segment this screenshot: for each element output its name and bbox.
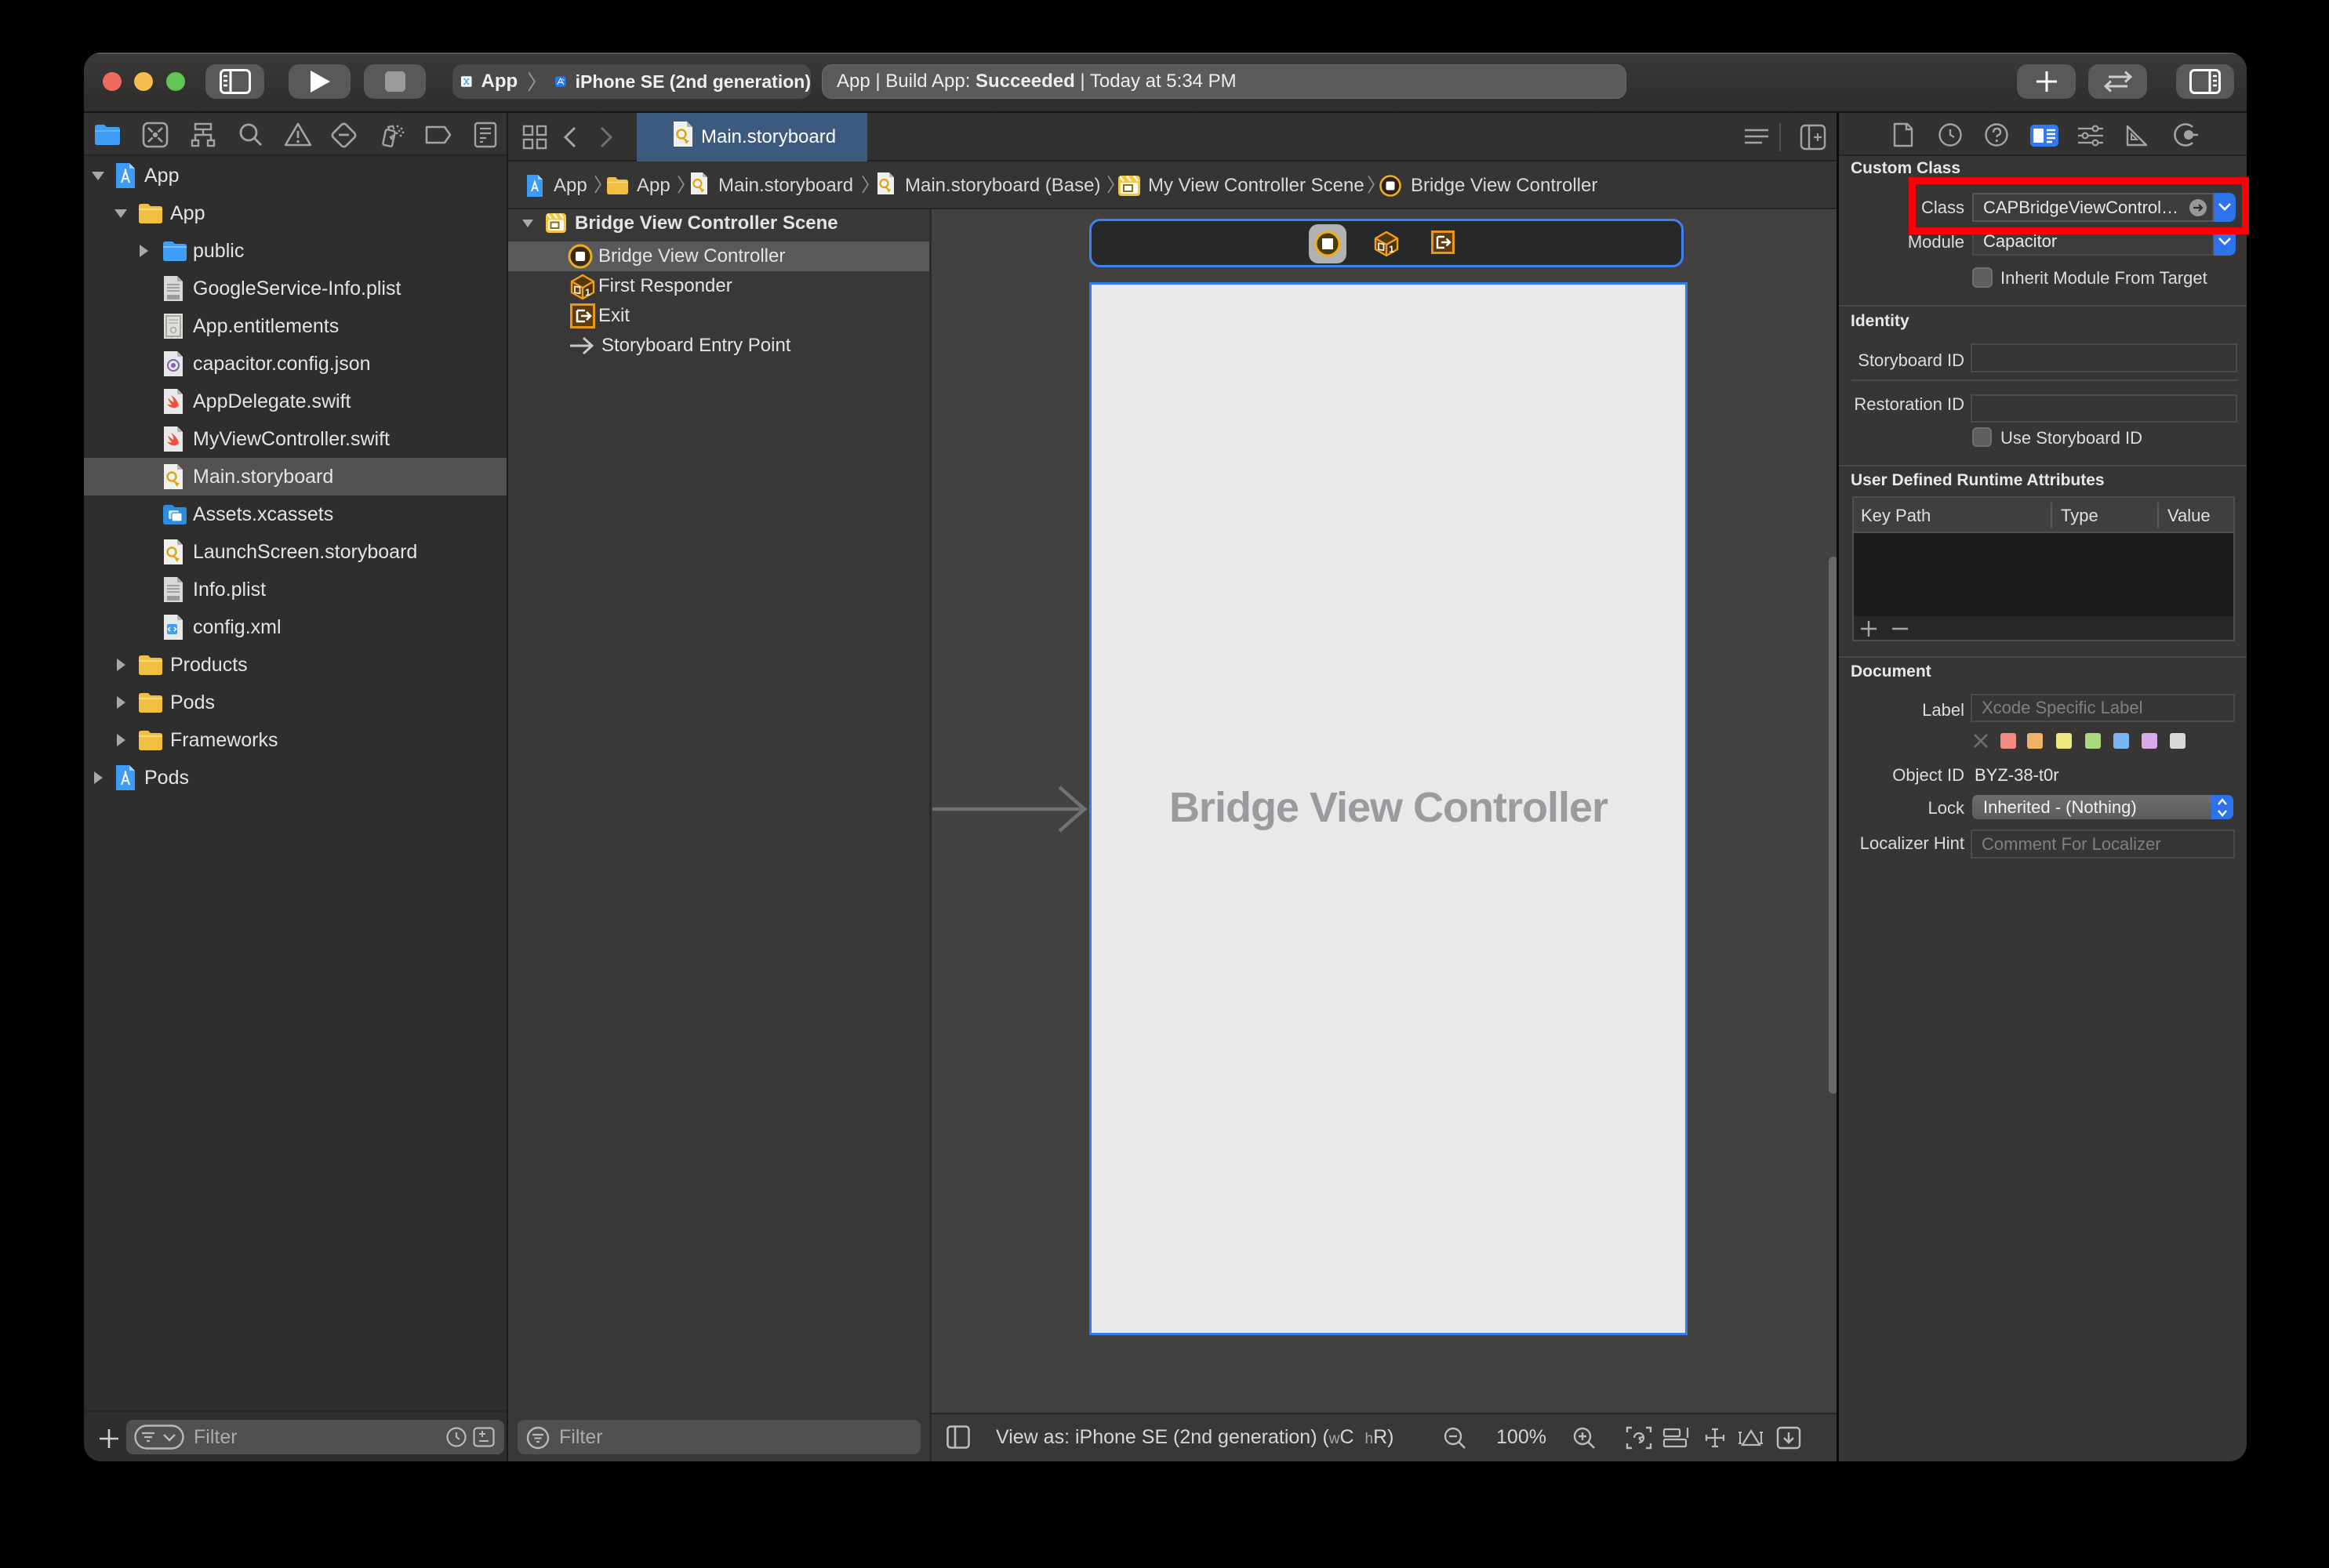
svg-text:1: 1: [1389, 244, 1394, 255]
svg-text:1: 1: [585, 287, 590, 298]
